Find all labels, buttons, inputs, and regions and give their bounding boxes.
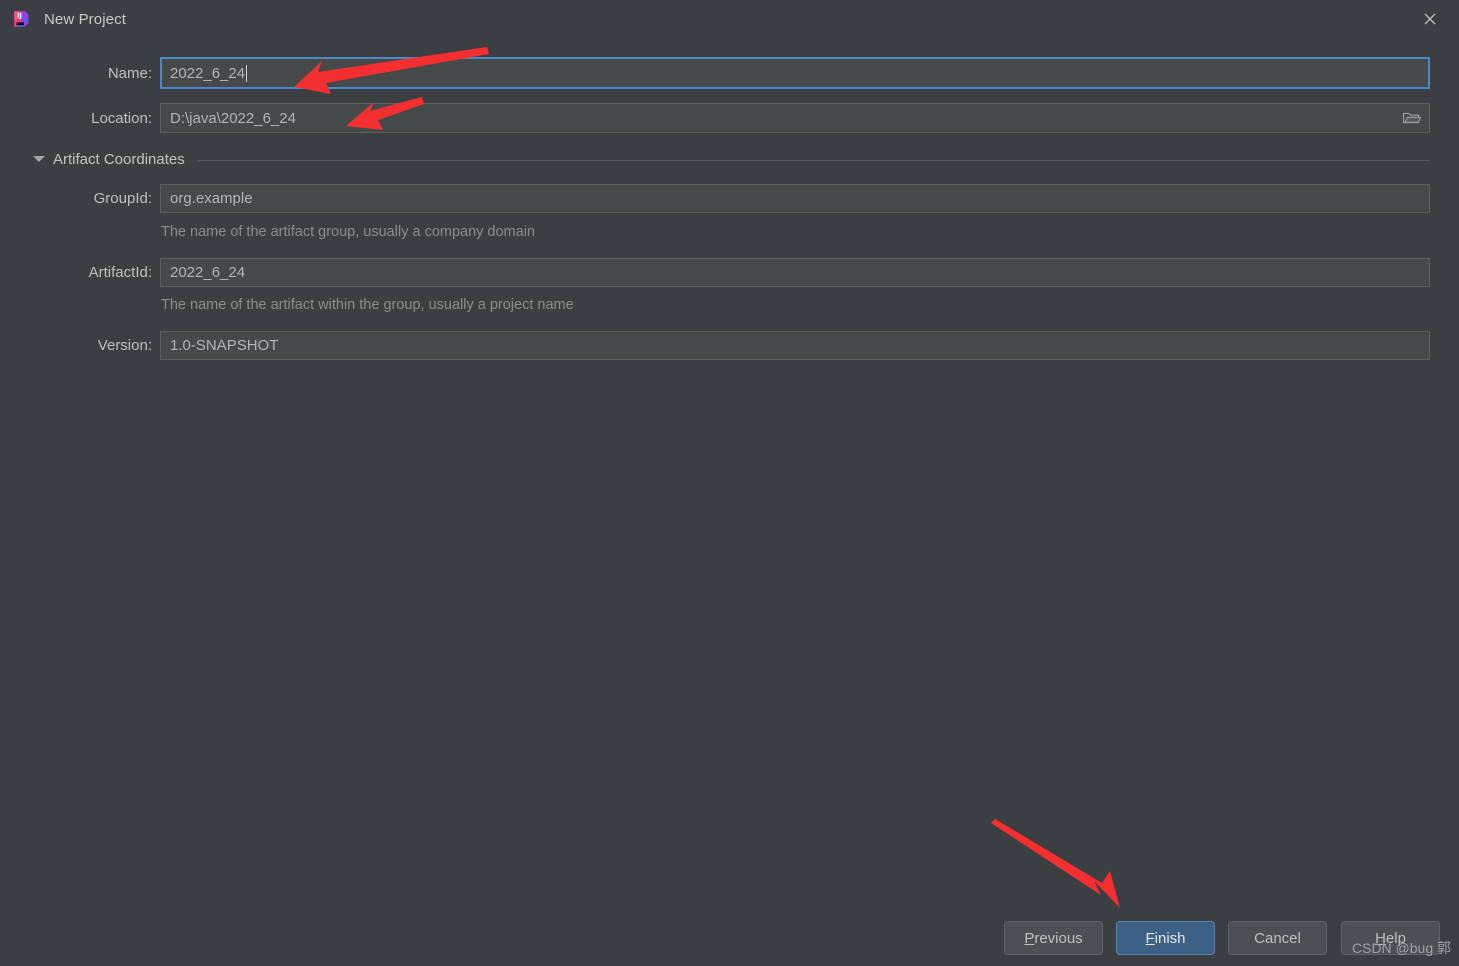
section-divider <box>196 159 1430 161</box>
location-label: Location: <box>91 109 152 127</box>
version-input-value: 1.0-SNAPSHOT <box>170 337 279 354</box>
close-icon[interactable] <box>1401 0 1459 38</box>
title-bar: IJ New Project <box>0 0 1459 38</box>
artifactid-row: ArtifactId: 2022_6_24 <box>28 258 1430 287</box>
location-input[interactable]: D:\java\2022_6_24 <box>160 103 1430 133</box>
svg-text:IJ: IJ <box>17 13 22 20</box>
name-row: Name: 2022_6_24 <box>28 57 1430 89</box>
cancel-button-label: Cancel <box>1254 929 1301 947</box>
artifactid-label: ArtifactId: <box>88 264 152 281</box>
chevron-down-icon[interactable] <box>33 156 45 162</box>
groupid-row: GroupId: org.example <box>28 184 1430 213</box>
cancel-button[interactable]: Cancel <box>1228 921 1327 955</box>
annotation-arrows <box>294 47 1120 908</box>
location-row: Location: D:\java\2022_6_24 <box>28 103 1430 133</box>
groupid-hint: The name of the artifact group, usually … <box>161 224 535 240</box>
artifactid-input-value: 2022_6_24 <box>170 264 246 281</box>
previous-button-label: Previous <box>1024 929 1083 947</box>
name-input-value: 2022_6_24 <box>170 64 246 82</box>
artifactid-input[interactable]: 2022_6_24 <box>160 258 1430 287</box>
watermark: CSDN @bug 郭 <box>1352 940 1452 956</box>
location-input-value: D:\java\2022_6_24 <box>170 109 296 127</box>
previous-button[interactable]: Previous <box>1004 921 1103 955</box>
finish-button[interactable]: Finish <box>1116 921 1215 955</box>
intellij-idea-icon: IJ <box>12 10 30 28</box>
arrow-to-finish-button <box>991 819 1120 908</box>
groupid-input[interactable]: org.example <box>160 184 1430 213</box>
artifact-coordinates-title: Artifact Coordinates <box>53 150 185 168</box>
groupid-input-value: org.example <box>170 190 253 207</box>
version-input[interactable]: 1.0-SNAPSHOT <box>160 331 1430 360</box>
name-label: Name: <box>107 64 152 82</box>
window-title: New Project <box>44 10 126 28</box>
version-row: Version: 1.0-SNAPSHOT <box>28 331 1430 360</box>
artifact-coordinates-section-header[interactable]: Artifact Coordinates <box>33 148 1430 170</box>
new-project-dialog: IJ New Project Name: 2022_6_24 Location:… <box>0 0 1459 966</box>
text-caret <box>246 64 248 82</box>
name-input[interactable]: 2022_6_24 <box>160 57 1430 89</box>
version-label: Version: <box>97 337 152 354</box>
groupid-label: GroupId: <box>93 190 152 207</box>
finish-button-label: Finish <box>1145 929 1186 947</box>
artifactid-hint: The name of the artifact within the grou… <box>161 297 574 313</box>
folder-icon[interactable] <box>1399 107 1425 129</box>
